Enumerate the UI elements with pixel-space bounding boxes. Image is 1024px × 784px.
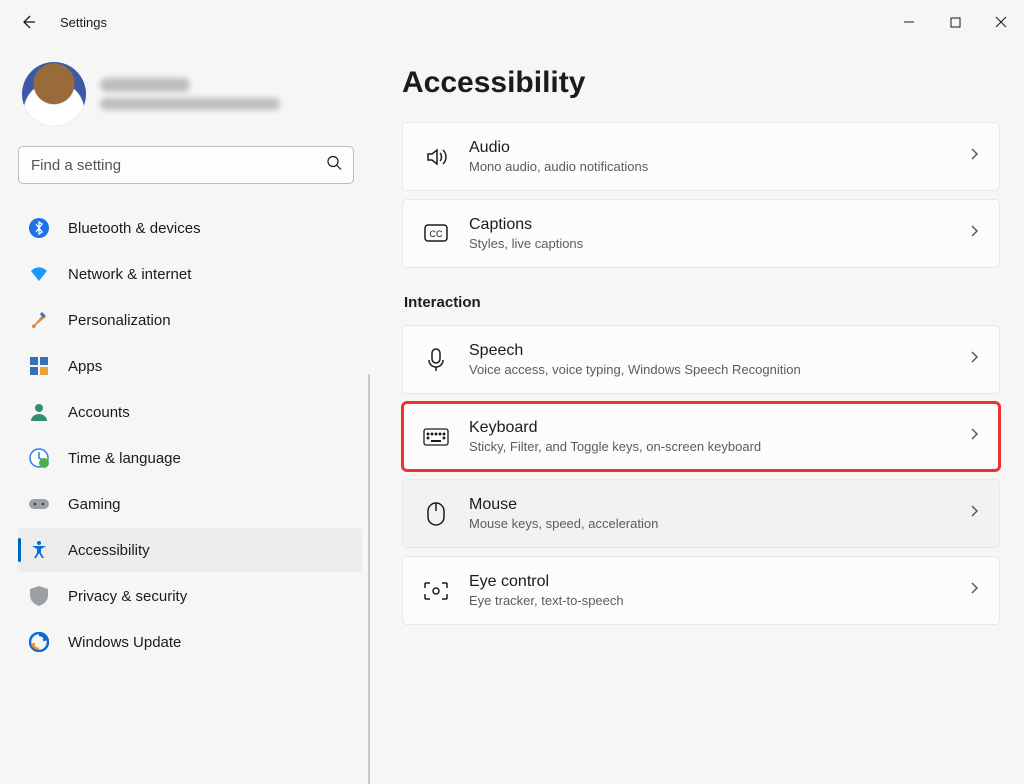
card-mouse[interactable]: Mouse Mouse keys, speed, acceleration [402, 479, 1000, 548]
card-captions[interactable]: CC Captions Styles, live captions [402, 199, 1000, 268]
captions-icon: CC [423, 221, 449, 247]
main-content: Accessibility Audio Mono audio, audio no… [370, 44, 1024, 741]
card-subtitle: Sticky, Filter, and Toggle keys, on-scre… [469, 439, 761, 454]
sidebar-item-network[interactable]: Network & internet [18, 252, 362, 296]
card-audio[interactable]: Audio Mono audio, audio notifications [402, 122, 1000, 191]
sidebar-item-label: Accessibility [68, 542, 150, 559]
sidebar-item-windows-update[interactable]: Windows Update [18, 620, 362, 664]
gamepad-icon [28, 493, 50, 515]
card-eye-control[interactable]: Eye control Eye tracker, text-to-speech [402, 556, 1000, 625]
chevron-right-icon [967, 350, 981, 369]
card-speech[interactable]: Speech Voice access, voice typing, Windo… [402, 325, 1000, 394]
search-icon [326, 155, 342, 176]
sidebar-item-accessibility[interactable]: Accessibility [18, 528, 362, 572]
search-input[interactable] [18, 146, 354, 184]
minimize-icon [903, 16, 915, 28]
maximize-button[interactable] [932, 6, 978, 38]
sidebar-item-apps[interactable]: Apps [18, 344, 362, 388]
card-subtitle: Styles, live captions [469, 236, 583, 251]
window-title: Settings [60, 15, 107, 30]
bluetooth-icon [28, 217, 50, 239]
apps-icon [28, 355, 50, 377]
sidebar-item-gaming[interactable]: Gaming [18, 482, 362, 526]
card-subtitle: Voice access, voice typing, Windows Spee… [469, 362, 801, 377]
sidebar-item-accounts[interactable]: Accounts [18, 390, 362, 434]
card-title: Eye control [469, 573, 624, 591]
sidebar-item-label: Apps [68, 358, 102, 375]
mouse-icon [423, 501, 449, 527]
card-title: Speech [469, 342, 801, 360]
sidebar-item-label: Bluetooth & devices [68, 220, 201, 237]
sidebar-item-personalization[interactable]: Personalization [18, 298, 362, 342]
sidebar-item-label: Time & language [68, 450, 181, 467]
chevron-right-icon [967, 427, 981, 446]
user-info [100, 78, 280, 110]
user-name-blurred [100, 78, 190, 92]
close-icon [995, 16, 1007, 28]
card-title: Audio [469, 139, 648, 157]
person-icon [28, 401, 50, 423]
page-title: Accessibility [402, 66, 1000, 100]
sidebar-item-label: Privacy & security [68, 588, 187, 605]
sidebar-item-label: Windows Update [68, 634, 181, 651]
sidebar-item-label: Network & internet [68, 266, 191, 283]
section-header-interaction: Interaction [404, 294, 1000, 311]
sidebar-item-bluetooth[interactable]: Bluetooth & devices [18, 206, 362, 250]
keyboard-icon [423, 424, 449, 450]
card-subtitle: Mono audio, audio notifications [469, 159, 648, 174]
user-email-blurred [100, 98, 280, 110]
sidebar-item-privacy[interactable]: Privacy & security [18, 574, 362, 618]
back-button[interactable] [14, 8, 42, 36]
sidebar: Bluetooth & devices Network & internet P… [0, 44, 370, 741]
svg-text:CC: CC [430, 229, 443, 239]
card-subtitle: Eye tracker, text-to-speech [469, 593, 624, 608]
accessibility-icon [28, 539, 50, 561]
arrow-left-icon [20, 14, 36, 30]
paintbrush-icon [28, 309, 50, 331]
sidebar-item-label: Personalization [68, 312, 171, 329]
wifi-icon [28, 263, 50, 285]
chevron-right-icon [967, 504, 981, 523]
window-controls [886, 6, 1024, 38]
card-keyboard[interactable]: Keyboard Sticky, Filter, and Toggle keys… [402, 402, 1000, 471]
card-title: Captions [469, 216, 583, 234]
maximize-icon [950, 17, 961, 28]
clock-globe-icon [28, 447, 50, 469]
minimize-button[interactable] [886, 6, 932, 38]
audio-icon [423, 144, 449, 170]
update-icon [28, 631, 50, 653]
shield-icon [28, 585, 50, 607]
close-button[interactable] [978, 6, 1024, 38]
chevron-right-icon [967, 581, 981, 600]
chevron-right-icon [967, 224, 981, 243]
card-title: Mouse [469, 496, 658, 514]
card-title: Keyboard [469, 419, 761, 437]
eye-icon [423, 578, 449, 604]
sidebar-item-label: Accounts [68, 404, 130, 421]
avatar [22, 62, 86, 126]
microphone-icon [423, 347, 449, 373]
user-profile[interactable] [18, 62, 362, 126]
titlebar: Settings [0, 0, 1024, 44]
chevron-right-icon [967, 147, 981, 166]
card-subtitle: Mouse keys, speed, acceleration [469, 516, 658, 531]
sidebar-item-label: Gaming [68, 496, 121, 513]
sidebar-item-time-language[interactable]: Time & language [18, 436, 362, 480]
